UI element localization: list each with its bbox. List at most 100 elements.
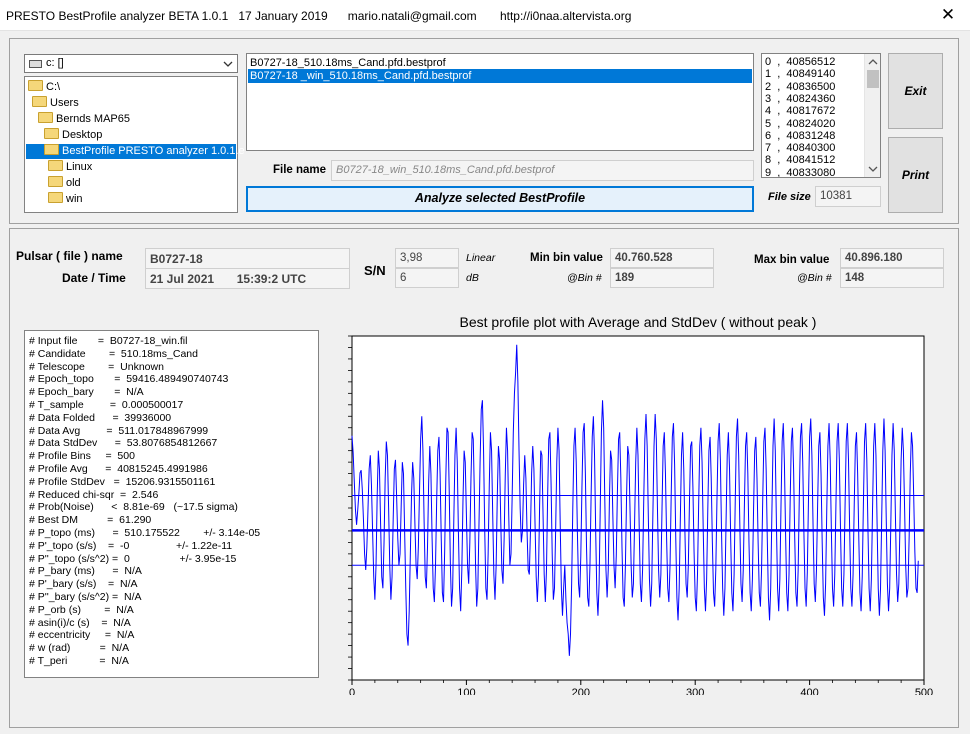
info-line: # P''_topo (s/s^2) = 0 +/- 3.95e-15 xyxy=(29,552,237,565)
folder-label: old xyxy=(66,177,81,189)
info-line: # asin(i)/c (s) = N/A xyxy=(29,616,131,629)
folder-tree-item[interactable]: win xyxy=(48,192,83,207)
sn-db-label: dB xyxy=(466,272,479,284)
window-title: PRESTO BestProfile analyzer BETA 1.0.1 1… xyxy=(6,9,632,23)
folder-icon xyxy=(44,128,59,139)
info-line: # Data Avg = 511.017848967999 xyxy=(29,424,209,437)
file-name-field[interactable]: B0727-18_win_510.18ms_Cand.pfd.bestprof xyxy=(331,160,754,181)
sn-linear-field: 3,98 xyxy=(395,248,459,268)
folder-icon xyxy=(48,160,63,171)
folder-label: Desktop xyxy=(62,129,103,141)
info-line: # T_peri = N/A xyxy=(29,655,129,667)
max-bin-field: 40.896.180 xyxy=(840,248,944,268)
chevron-down-icon xyxy=(223,61,233,67)
max-bin-at-label: @Bin # xyxy=(797,272,832,284)
exit-button[interactable]: Exit xyxy=(888,53,943,129)
bin-value-row[interactable]: 0 , 40856512 xyxy=(765,56,835,68)
sn-label: S/N xyxy=(364,263,386,278)
x-tick-label: 0 xyxy=(349,687,355,695)
folder-tree[interactable]: C:\ Users Bernds MAP65 Desktop BestProfile P… xyxy=(24,76,245,213)
folder-label: BestProfile PRESTO analyzer 1.0.1.e xyxy=(62,145,245,157)
info-line: # P_bary (ms) = N/A xyxy=(29,565,142,578)
file-name-label: File name xyxy=(273,164,327,176)
info-line: # Best DM = 61.290 xyxy=(29,514,152,527)
bin-value-row[interactable]: 6 , 40831248 xyxy=(765,130,835,142)
x-tick-label: 100 xyxy=(457,687,475,695)
folder-label: Bernds MAP65 xyxy=(56,113,130,125)
folder-icon xyxy=(48,176,63,187)
folder-icon xyxy=(32,96,47,107)
file-size-label: File size xyxy=(768,191,811,203)
x-tick-label: 200 xyxy=(572,687,590,695)
folder-tree-item[interactable]: C:\ xyxy=(28,80,60,95)
bin-value-row[interactable]: 2 , 40836500 xyxy=(765,81,835,93)
pulsar-name-field: B0727-18 xyxy=(145,248,350,269)
info-line: # P''_bary (s/s^2) = N/A xyxy=(29,591,142,603)
info-line: # Input file = B0727-18_win.fil xyxy=(29,335,188,347)
bestprof-info-box[interactable]: # Input file = B0727-18_win.fil # Candida… xyxy=(24,330,319,678)
scroll-down-icon[interactable] xyxy=(868,166,878,173)
info-line: # Profile StdDev = 15206.9315501161 xyxy=(29,475,216,488)
min-bin-field: 40.760.528 xyxy=(610,248,714,268)
folder-tree-item[interactable]: BestProfile PRESTO analyzer 1.0.1.e xyxy=(26,144,245,159)
info-line: # T_sample = 0.000500017 xyxy=(29,399,184,411)
info-line: # P'_bary (s/s) = N/A xyxy=(29,578,138,591)
close-button[interactable]: ✕ xyxy=(934,4,962,26)
file-list-item[interactable]: B0727-18_510.18ms_Cand.pfd.bestprof xyxy=(248,56,752,70)
drive-select[interactable]: c: [] xyxy=(24,54,238,73)
folder-tree-item[interactable]: Bernds MAP65 xyxy=(38,112,130,127)
folder-label: C:\ xyxy=(46,81,61,93)
bin-value-row[interactable]: 8 , 40841512 xyxy=(765,154,835,166)
bin-value-row[interactable]: 4 , 40817672 xyxy=(765,105,835,117)
min-bin-index-field: 189 xyxy=(610,268,714,288)
info-line: # Candidate = 510.18ms_Cand xyxy=(29,347,198,360)
x-tick-label: 300 xyxy=(686,687,704,695)
time-value: 15:39:2 UTC xyxy=(236,272,307,286)
bin-value-row[interactable]: 1 , 40849140 xyxy=(765,68,835,80)
bin-value-row[interactable]: 9 , 40833080 xyxy=(765,167,835,177)
title-bar: PRESTO BestProfile analyzer BETA 1.0.1 1… xyxy=(0,0,970,31)
folder-tree-item[interactable]: Users xyxy=(32,96,79,111)
chart-title: Best profile plot with Average and StdDe… xyxy=(459,314,817,330)
bin-value-row[interactable]: 5 , 40824020 xyxy=(765,118,835,130)
info-line: # P_topo (ms) = 510.175522 +/- 3.14e-05 xyxy=(29,527,261,539)
print-button[interactable]: Print xyxy=(888,137,943,213)
pulsar-name-label: Pulsar ( file ) name xyxy=(16,249,123,263)
folder-label: win xyxy=(66,193,83,205)
folder-label: Users xyxy=(50,97,79,109)
folder-label: Linux xyxy=(66,161,93,173)
folder-icon xyxy=(38,112,53,123)
file-list[interactable]: B0727-18_510.18ms_Cand.pfd.bestprof B0727… xyxy=(246,53,754,151)
bin-value-row[interactable]: 3 , 40824360 xyxy=(765,93,835,105)
folder-icon xyxy=(28,80,43,91)
drive-value: c: [] xyxy=(46,57,64,69)
info-line: # Data Folded = 39936000 xyxy=(29,411,172,424)
date-time-label: Date / Time xyxy=(62,271,126,285)
info-line: # P_orb (s) = N/A xyxy=(29,603,134,616)
info-line: # Data StdDev = 53.8076854812667 xyxy=(29,437,218,450)
info-line: # Reduced chi-sqr = 2.546 xyxy=(29,488,159,501)
folder-icon xyxy=(48,192,63,203)
file-list-item[interactable]: B0727-18 _win_510.18ms_Cand.pfd.bestprof xyxy=(248,69,752,83)
date-value: 21 Jul 2021 xyxy=(150,272,215,286)
bin-values-list[interactable]: 9 , 40833080 8 , 40841512 7 , 40840300 6 , … xyxy=(761,53,881,178)
folder-tree-item[interactable]: old xyxy=(48,176,81,191)
info-line: # P'_topo (s/s) = -0 +/- 1.22e-11 xyxy=(29,539,233,552)
sn-db-field: 6 xyxy=(395,268,459,288)
min-bin-label: Min bin value xyxy=(530,252,603,264)
info-line: # Profile Avg = 40815245.4991986 xyxy=(29,463,208,475)
scroll-up-icon[interactable] xyxy=(868,58,878,65)
info-line: # Prob(Noise) < 8.81e-69 (~17.5 sigma) xyxy=(29,501,238,514)
bin-value-row[interactable]: 7 , 40840300 xyxy=(765,142,835,154)
scroll-thumb[interactable] xyxy=(867,70,879,88)
info-line: # Epoch_topo = 59416.489490740743 xyxy=(29,373,229,386)
folder-tree-item[interactable]: Linux xyxy=(48,160,92,175)
bin-list-scrollbar[interactable] xyxy=(864,54,880,177)
folder-tree-item[interactable]: Desktop xyxy=(44,128,102,143)
file-size-field: 10381 xyxy=(815,186,881,207)
info-line: # w (rad) = N/A xyxy=(29,642,130,655)
x-tick-label: 400 xyxy=(800,687,818,695)
info-line: # eccentricity = N/A xyxy=(29,629,135,642)
x-tick-label: 500 xyxy=(915,687,933,695)
analyze-button[interactable]: Analyze selected BestProfile xyxy=(246,186,754,212)
